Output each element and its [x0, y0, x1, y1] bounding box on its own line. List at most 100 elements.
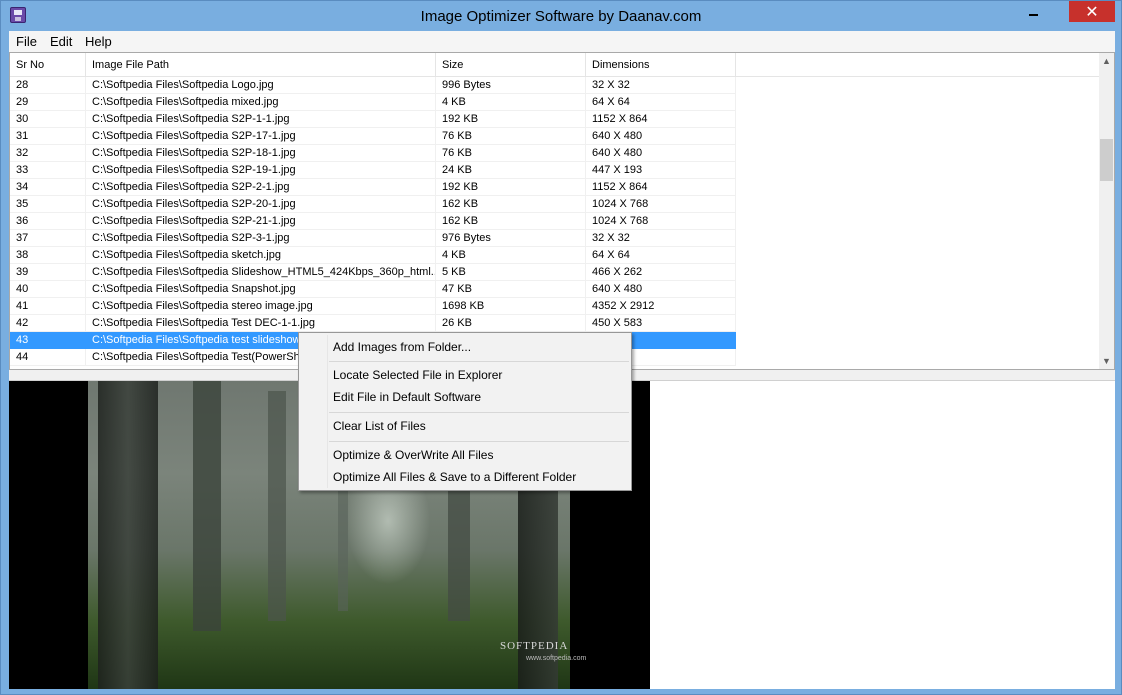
- menu-item-clear-list[interactable]: Clear List of Files: [333, 415, 426, 437]
- cell-dimensions: 64 X 64: [586, 94, 736, 111]
- table-row[interactable]: 29 C:\Softpedia Files\Softpedia mixed.jpg…: [10, 94, 1099, 111]
- cell-dimensions: 32 X 32: [586, 230, 736, 247]
- table-row[interactable]: 35 C:\Softpedia Files\Softpedia S2P-20-1.…: [10, 196, 1099, 213]
- cell-size: 26 KB: [436, 315, 586, 332]
- cell-image-file-path: C:\Softpedia Files\Softpedia stereo imag…: [86, 298, 436, 315]
- cell-size: 47 KB: [436, 281, 586, 298]
- table-row[interactable]: 33 C:\Softpedia Files\Softpedia S2P-19-1.…: [10, 162, 1099, 179]
- cell-image-file-path: C:\Softpedia Files\Softpedia S2P-1-1.jpg: [86, 111, 436, 128]
- cell-dimensions: 64 X 64: [586, 247, 736, 264]
- cell-size: 192 KB: [436, 111, 586, 128]
- cell-sr-no: 44: [10, 349, 86, 366]
- cell-dimensions: 1024 X 768: [586, 213, 736, 230]
- cell-dimensions: 1024 X 768: [586, 196, 736, 213]
- column-header-size[interactable]: Size: [436, 53, 586, 77]
- cell-size: 162 KB: [436, 196, 586, 213]
- cell-image-file-path: C:\Softpedia Files\Softpedia sketch.jpg: [86, 247, 436, 264]
- cell-size: 76 KB: [436, 145, 586, 162]
- cell-sr-no: 39: [10, 264, 86, 281]
- cell-image-file-path: C:\Softpedia Files\Softpedia S2P-3-1.jpg: [86, 230, 436, 247]
- table-row[interactable]: 41 C:\Softpedia Files\Softpedia stereo im…: [10, 298, 1099, 315]
- menu-item-optimize-save-different-folder[interactable]: Optimize All Files & Save to a Different…: [333, 466, 576, 488]
- cell-sr-no: 30: [10, 111, 86, 128]
- cell-image-file-path: C:\Softpedia Files\Softpedia Slideshow_H…: [86, 264, 436, 281]
- menu-edit[interactable]: Edit: [50, 34, 72, 49]
- cell-image-file-path: C:\Softpedia Files\Softpedia S2P-17-1.jp…: [86, 128, 436, 145]
- cell-image-file-path: C:\Softpedia Files\Softpedia S2P-18-1.jp…: [86, 145, 436, 162]
- cell-dimensions: 466 X 262: [586, 264, 736, 281]
- table-row[interactable]: 38 C:\Softpedia Files\Softpedia sketch.jp…: [10, 247, 1099, 264]
- menu-help[interactable]: Help: [85, 34, 112, 49]
- close-icon: ✕: [1085, 3, 1099, 21]
- cell-sr-no: 35: [10, 196, 86, 213]
- table-row[interactable]: 40 C:\Softpedia Files\Softpedia Snapshot.…: [10, 281, 1099, 298]
- cell-sr-no: 31: [10, 128, 86, 145]
- cell-size: 5 KB: [436, 264, 586, 281]
- table-row[interactable]: 28 C:\Softpedia Files\Softpedia Logo.jpg 9…: [10, 77, 1099, 94]
- cell-image-file-path: C:\Softpedia Files\Softpedia Logo.jpg: [86, 77, 436, 94]
- column-header-sr-no[interactable]: Sr No: [10, 53, 86, 77]
- context-menu: Add Images from Folder... Locate Selecte…: [298, 332, 632, 491]
- cell-sr-no: 38: [10, 247, 86, 264]
- cell-sr-no: 37: [10, 230, 86, 247]
- cell-dimensions: 640 X 480: [586, 128, 736, 145]
- column-header-dimensions[interactable]: Dimensions: [586, 53, 736, 77]
- cell-dimensions: 1152 X 864: [586, 179, 736, 196]
- cell-image-file-path: C:\Softpedia Files\Softpedia Snapshot.jp…: [86, 281, 436, 298]
- image-file-list[interactable]: Sr No Image File Path Size Dimensions 28…: [9, 52, 1115, 370]
- cell-size: 162 KB: [436, 213, 586, 230]
- table-row[interactable]: 36 C:\Softpedia Files\Softpedia S2P-21-1.…: [10, 213, 1099, 230]
- menu-separator: [329, 441, 629, 442]
- table-row[interactable]: 37 C:\Softpedia Files\Softpedia S2P-3-1.j…: [10, 230, 1099, 247]
- cell-image-file-path: C:\Softpedia Files\Softpedia Test DEC-1-…: [86, 315, 436, 332]
- cell-dimensions: 4352 X 2912: [586, 298, 736, 315]
- cell-image-file-path: C:\Softpedia Files\Softpedia S2P-20-1.jp…: [86, 196, 436, 213]
- cell-size: 976 Bytes: [436, 230, 586, 247]
- minimize-icon: [1028, 14, 1038, 16]
- cell-sr-no: 28: [10, 77, 86, 94]
- menu-item-add-images-from-folder[interactable]: Add Images from Folder...: [333, 336, 471, 358]
- cell-dimensions: 32 X 32: [586, 77, 736, 94]
- table-row[interactable]: 32 C:\Softpedia Files\Softpedia S2P-18-1.…: [10, 145, 1099, 162]
- cell-sr-no: 43: [10, 332, 86, 349]
- menu-separator: [329, 361, 629, 362]
- cell-image-file-path: C:\Softpedia Files\Softpedia S2P-19-1.jp…: [86, 162, 436, 179]
- minimize-button[interactable]: [1020, 2, 1046, 22]
- cell-sr-no: 29: [10, 94, 86, 111]
- table-row[interactable]: 39 C:\Softpedia Files\Softpedia Slideshow…: [10, 264, 1099, 281]
- table-row[interactable]: 42 C:\Softpedia Files\Softpedia Test DEC-…: [10, 315, 1099, 332]
- cell-dimensions: 640 X 480: [586, 281, 736, 298]
- scrollbar-thumb[interactable]: [1100, 139, 1113, 181]
- scroll-down-icon[interactable]: ▼: [1099, 353, 1114, 369]
- scroll-up-icon[interactable]: ▲: [1099, 53, 1114, 69]
- table-row[interactable]: 31 C:\Softpedia Files\Softpedia S2P-17-1.…: [10, 128, 1099, 145]
- menu-file[interactable]: File: [16, 34, 37, 49]
- table-row[interactable]: 30 C:\Softpedia Files\Softpedia S2P-1-1.j…: [10, 111, 1099, 128]
- list-header: Sr No Image File Path Size Dimensions: [10, 53, 1099, 77]
- cell-dimensions: 640 X 480: [586, 145, 736, 162]
- cell-sr-no: 33: [10, 162, 86, 179]
- cell-image-file-path: C:\Softpedia Files\Softpedia mixed.jpg: [86, 94, 436, 111]
- menu-bar: File Edit Help: [9, 31, 1115, 52]
- menu-item-optimize-overwrite-all[interactable]: Optimize & OverWrite All Files: [333, 444, 493, 466]
- cell-size: 4 KB: [436, 247, 586, 264]
- menu-item-locate-selected-file[interactable]: Locate Selected File in Explorer: [333, 364, 502, 386]
- list-rows: 28 C:\Softpedia Files\Softpedia Logo.jpg 9…: [10, 77, 1099, 366]
- cell-sr-no: 42: [10, 315, 86, 332]
- cell-dimensions: 447 X 193: [586, 162, 736, 179]
- app-window: Image Optimizer Software by Daanav.com ✕…: [0, 0, 1122, 695]
- cell-sr-no: 41: [10, 298, 86, 315]
- vertical-scrollbar[interactable]: ▲ ▼: [1099, 53, 1114, 369]
- cell-sr-no: 36: [10, 213, 86, 230]
- table-row[interactable]: 34 C:\Softpedia Files\Softpedia S2P-2-1.j…: [10, 179, 1099, 196]
- cell-size: 1698 KB: [436, 298, 586, 315]
- cell-dimensions: 1152 X 864: [586, 111, 736, 128]
- cell-size: 4 KB: [436, 94, 586, 111]
- title-bar[interactable]: Image Optimizer Software by Daanav.com ✕: [1, 1, 1121, 31]
- menu-item-edit-file-default-software[interactable]: Edit File in Default Software: [333, 386, 481, 408]
- column-header-image-file-path[interactable]: Image File Path: [86, 53, 436, 77]
- cell-sr-no: 40: [10, 281, 86, 298]
- cell-size: 24 KB: [436, 162, 586, 179]
- close-button[interactable]: ✕: [1069, 1, 1115, 22]
- cell-dimensions: 450 X 583: [586, 315, 736, 332]
